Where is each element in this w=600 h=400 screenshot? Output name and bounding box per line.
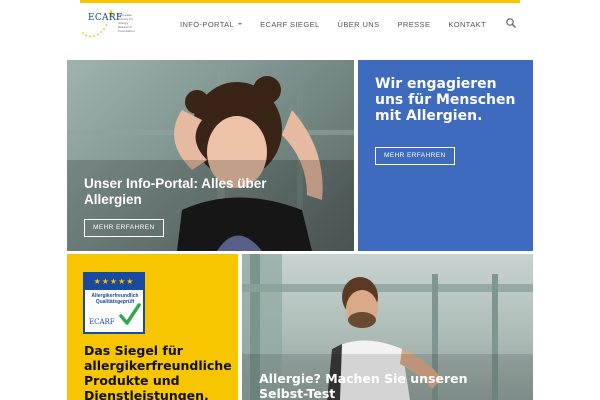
seal-tile[interactable]: ★★★★★ Allergikerfreundlich Qualitätsgepr… — [67, 254, 238, 400]
hero-title: Unser Info-Portal: Alles über Allergien — [84, 176, 267, 207]
nav-item-info-portal[interactable]: INFO-PORTAL — [180, 17, 243, 31]
badge-logo: ECARF — [89, 318, 115, 326]
main-nav: INFO-PORTAL ECARF SIEGEL ÜBER UNS PRESSE… — [180, 17, 504, 31]
ecarf-seal-badge: ★★★★★ Allergikerfreundlich Qualitätsgepr… — [83, 272, 145, 334]
self-test-title: Allergie? Machen Sie unseren Selbst-Test — [259, 371, 468, 400]
seal-title: Das Siegel für allergikerfreundliche Pro… — [84, 343, 232, 400]
chevron-down-icon — [238, 23, 243, 25]
hero-more-button[interactable]: MEHR ERFAHREN — [84, 219, 164, 237]
checkmark-icon — [119, 303, 141, 325]
nav-item-ueber-uns[interactable]: ÜBER UNS — [338, 17, 380, 31]
nav-item-kontakt[interactable]: KONTAKT — [448, 17, 486, 31]
nav-item-ecarf-siegel[interactable]: ECARF SIEGEL — [260, 17, 319, 31]
logo-subtitle: European Centre for Allergy Research Fou… — [118, 13, 135, 33]
ecarf-logo[interactable]: ECARF European Centre for Allergy Resear… — [80, 7, 140, 39]
self-test-tile[interactable]: Allergie? Machen Sie unseren Selbst-Test — [242, 254, 533, 400]
nav-item-presse[interactable]: PRESSE — [398, 17, 431, 31]
site-header: ECARF European Centre for Allergy Resear… — [80, 3, 520, 43]
mission-title: Wir engagieren uns für Menschen mit Alle… — [375, 76, 516, 124]
mission-more-button[interactable]: MEHR ERFAHREN — [375, 147, 455, 165]
badge-stars: ★★★★★ — [85, 274, 143, 290]
logo-stars-icon — [82, 9, 114, 38]
hero-tile-info-portal[interactable]: Unser Info-Portal: Alles über Allergien … — [67, 60, 354, 251]
search-icon[interactable] — [505, 17, 517, 29]
mission-tile[interactable]: Wir engagieren uns für Menschen mit Alle… — [358, 60, 533, 251]
